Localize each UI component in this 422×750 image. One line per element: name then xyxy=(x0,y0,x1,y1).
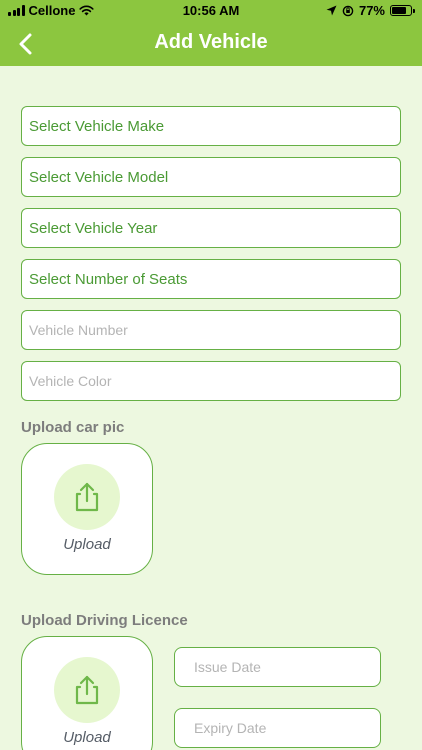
vehicle-model-select[interactable]: Select Vehicle Model xyxy=(21,157,401,197)
battery-icon xyxy=(390,5,415,16)
battery-percent: 77% xyxy=(358,3,385,18)
vehicle-number-input[interactable]: Vehicle Number xyxy=(21,310,401,350)
upload-label: Upload xyxy=(63,729,111,746)
upload-label: Upload xyxy=(63,536,111,553)
upload-icon-circle xyxy=(54,657,120,723)
location-arrow-icon xyxy=(326,5,337,16)
number-of-seats-select[interactable]: Select Number of Seats xyxy=(21,259,401,299)
upload-icon xyxy=(75,482,99,512)
upload-car-pic-button[interactable]: Upload xyxy=(21,443,153,575)
vehicle-year-select[interactable]: Select Vehicle Year xyxy=(21,208,401,248)
issue-date-input[interactable]: Issue Date xyxy=(174,647,381,687)
status-right: 77% xyxy=(326,3,415,18)
upload-icon-circle xyxy=(54,464,120,530)
status-bar: Cellone 10:56 AM 77% xyxy=(0,0,422,22)
upload-licence-button[interactable]: Upload xyxy=(21,636,153,750)
battery-fill xyxy=(392,7,406,14)
orientation-lock-icon xyxy=(342,5,354,16)
vehicle-make-select[interactable]: Select Vehicle Make xyxy=(21,106,401,146)
upload-driving-licence-heading: Upload Driving Licence xyxy=(21,612,188,629)
upload-car-pic-heading: Upload car pic xyxy=(21,419,125,436)
expiry-date-input[interactable]: Expiry Date xyxy=(174,708,381,748)
page-title: Add Vehicle xyxy=(154,31,268,53)
app-header: Add Vehicle xyxy=(0,22,422,66)
vehicle-color-input[interactable]: Vehicle Color xyxy=(21,361,401,401)
upload-icon xyxy=(75,675,99,705)
